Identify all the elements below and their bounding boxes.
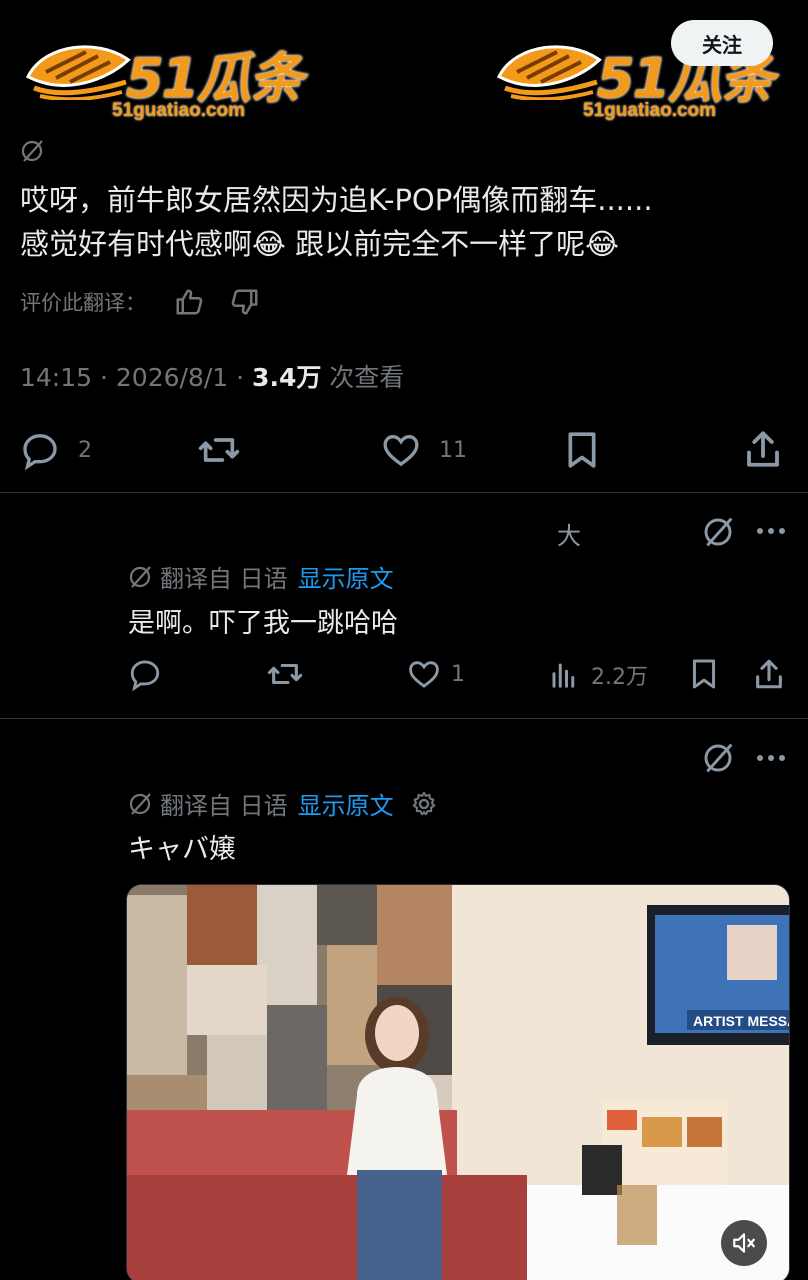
tweet-meta: 14:15 · 2026/8/1 · 3.4万 次查看 [20, 358, 404, 394]
globe-slash-icon [129, 565, 151, 588]
translated-from-label: 翻译自 日语 [160, 792, 288, 820]
reply1-retweet-button[interactable] [266, 657, 304, 691]
dislike-icon[interactable] [230, 287, 260, 317]
globe-slash-icon[interactable] [702, 516, 734, 548]
globe-slash-icon [129, 792, 151, 815]
share-button[interactable] [742, 428, 784, 470]
translated-from-label: 翻译自 日语 [160, 565, 288, 593]
show-original-link[interactable]: 显示原文 [298, 786, 394, 821]
reply1-reply-button[interactable] [128, 657, 162, 691]
reply2-text: キャバ嬢 [128, 834, 236, 865]
follow-button[interactable]: 关注 [671, 20, 773, 66]
video-player[interactable]: ARTIST MESSA [126, 884, 790, 1280]
laughing-emoji: 😂 [585, 227, 620, 261]
globe-slash-icon [21, 140, 43, 162]
reply-icon [130, 660, 160, 691]
reply-button[interactable]: 2 [20, 430, 92, 470]
reply1-translation-row: 翻译自 日语 显示原文 [128, 559, 394, 594]
reply1-bookmark-button[interactable] [689, 657, 719, 691]
tv-text: ARTIST MESSA [693, 1013, 790, 1029]
more-icon[interactable] [754, 522, 788, 540]
rate-translation-label: 评价此翻译： [20, 291, 146, 315]
tweet-views-count: 3.4万 [252, 363, 322, 392]
retweet-button[interactable] [197, 430, 241, 470]
like-button[interactable]: 11 [381, 430, 467, 470]
bookmark-icon [692, 659, 716, 689]
tweet-text-line2-b: 跟以前完全不一样了呢 [285, 227, 586, 261]
laughing-emoji: 😂 [252, 227, 286, 261]
show-original-link[interactable]: 显示原文 [298, 559, 394, 594]
reply-count: 2 [78, 437, 92, 463]
like-icon[interactable] [174, 287, 204, 317]
bookmark-button[interactable] [563, 430, 601, 470]
globe-slash-icon[interactable] [702, 742, 734, 774]
watermark-logo-left: 51瓜条 51guatiao.com [26, 34, 316, 122]
tweet-text-line2-a: 感觉好有时代感啊 [20, 227, 253, 261]
karaoke-room-video-frame: ARTIST MESSA [127, 885, 790, 1280]
reply1-text: 是啊。吓了我一跳哈哈 [128, 608, 398, 639]
watermark-domain: 51guatiao.com [583, 100, 717, 121]
mute-icon [733, 1233, 755, 1253]
reply1-like-count: 1 [451, 661, 465, 687]
divider [0, 492, 808, 493]
partial-glyph: 大 [557, 522, 581, 550]
views-icon [552, 663, 575, 688]
bookmark-icon [568, 432, 596, 468]
tweet-text-line2: 感觉好有时代感啊😂 跟以前完全不一样了呢😂 [20, 222, 790, 266]
tweet-text-line1: 哎呀，前牛郎女居然因为追K-POP偶像而翻车...... [20, 183, 653, 217]
mute-button[interactable] [721, 1220, 767, 1266]
retweet-icon [198, 438, 240, 462]
share-icon [747, 431, 779, 467]
like-count: 11 [439, 437, 467, 463]
tweet-views-label: 次查看 [321, 363, 405, 392]
tweet-date: 2026/8/1 [115, 363, 229, 392]
tweet-text: 哎呀，前牛郎女居然因为追K-POP偶像而翻车...... 感觉好有时代感啊😂 跟… [20, 178, 790, 266]
rate-translation-row: 评价此翻译： [20, 286, 260, 318]
heart-icon [383, 434, 419, 467]
tweet-time: 14:15 [20, 363, 93, 392]
reply1-like-button[interactable]: 1 [407, 657, 465, 691]
reply1-views-count: 2.2万 [591, 665, 648, 690]
fish-logo-icon [26, 45, 131, 100]
retweet-icon [267, 663, 303, 685]
divider [0, 718, 808, 719]
watermark-domain: 51guatiao.com [112, 100, 246, 121]
heart-icon [409, 661, 439, 688]
reply-icon [23, 434, 57, 470]
share-icon [756, 659, 782, 689]
gear-icon[interactable] [410, 790, 438, 818]
reply1-share-button[interactable] [752, 656, 786, 692]
reply2-translation-row: 翻译自 日语 显示原文 [128, 786, 438, 821]
meta-separator: · [236, 363, 245, 392]
reply1-views-button[interactable]: 2.2万 [549, 659, 648, 691]
meta-separator: · [100, 363, 108, 392]
fish-logo-icon [497, 45, 602, 100]
more-icon[interactable] [754, 749, 788, 767]
